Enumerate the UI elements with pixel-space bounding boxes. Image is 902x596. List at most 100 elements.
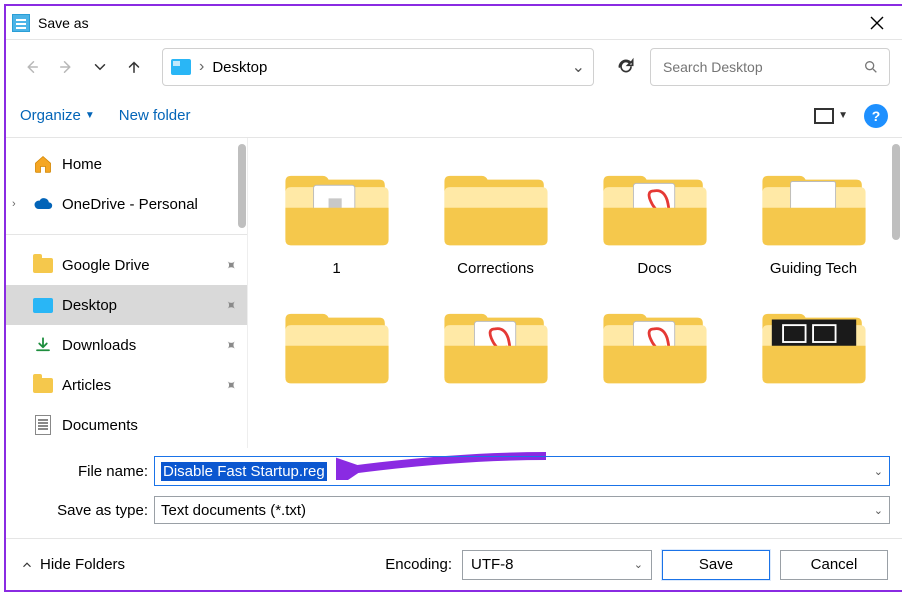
save-as-dialog: Save as › Desktop ⌄ (4, 4, 902, 592)
sidebar-item-desktop[interactable]: Desktop ✦ (6, 285, 247, 325)
chevron-down-icon[interactable]: ⌄ (874, 465, 883, 478)
file-item[interactable] (419, 290, 572, 422)
organize-menu[interactable]: Organize ▼ (20, 107, 95, 124)
sidebar-item-label: OneDrive - Personal (62, 196, 198, 213)
chevron-down-icon (91, 58, 109, 76)
hide-folders-button[interactable]: Hide Folders (20, 556, 125, 573)
chevron-down-icon[interactable]: ⌄ (572, 57, 585, 77)
save-as-type-select[interactable]: Text documents (*.txt) ⌄ (154, 496, 890, 524)
folder-icon (754, 156, 874, 252)
sidebar-item-articles[interactable]: Articles ✦ (6, 365, 247, 405)
sidebar-item-label: Desktop (62, 297, 117, 314)
file-label: Guiding Tech (770, 260, 857, 280)
organize-label: Organize (20, 107, 81, 124)
sidebar-item-label: Home (62, 156, 102, 173)
document-icon (32, 415, 54, 435)
file-item[interactable] (737, 290, 890, 422)
inputs-section: File name: Disable Fast Startup.reg ⌄ Sa… (6, 448, 902, 538)
titlebar: Save as (6, 6, 902, 40)
folder-icon (595, 156, 715, 252)
forward-button[interactable] (52, 53, 80, 81)
refresh-icon (616, 57, 636, 77)
folder-icon (277, 156, 397, 252)
sidebar-item-home[interactable]: Home (6, 144, 247, 184)
file-item[interactable]: Guiding Tech (737, 152, 890, 284)
divider (6, 234, 247, 235)
search-input[interactable] (661, 58, 855, 76)
recent-locations-button[interactable] (86, 53, 114, 81)
folder-icon (32, 255, 54, 275)
file-item[interactable] (578, 290, 731, 422)
breadcrumb-location: Desktop (212, 59, 267, 76)
file-item[interactable]: Docs (578, 152, 731, 284)
cancel-button[interactable]: Cancel (780, 550, 888, 580)
file-label: 1 (332, 260, 340, 280)
caret-down-icon: ▼ (838, 110, 848, 121)
save-as-type-label: Save as type: (18, 502, 148, 519)
pin-icon: ✦ (221, 255, 241, 275)
scrollbar[interactable] (892, 144, 900, 240)
folder-icon (595, 294, 715, 390)
up-button[interactable] (120, 53, 148, 81)
navigation-bar: › Desktop ⌄ (6, 40, 902, 94)
footer: Hide Folders Encoding: UTF-8 ⌄ Save Canc… (6, 538, 902, 590)
close-button[interactable] (852, 6, 902, 39)
sidebar-item-label: Documents (62, 417, 138, 434)
file-item[interactable]: 1 (260, 152, 413, 284)
chevron-right-icon: › (199, 58, 204, 76)
home-icon (32, 154, 54, 174)
filename-label: File name: (18, 463, 148, 480)
filename-value: Disable Fast Startup.reg (161, 462, 327, 481)
file-item[interactable] (260, 290, 413, 422)
file-item[interactable]: Corrections (419, 152, 572, 284)
cloud-icon (32, 194, 54, 214)
sidebar-item-label: Articles (62, 377, 111, 394)
save-button[interactable]: Save (662, 550, 770, 580)
sidebar-item-label: Downloads (62, 337, 136, 354)
folder-icon (32, 375, 54, 395)
chevron-right-icon[interactable]: › (12, 198, 16, 210)
chevron-down-icon[interactable]: ⌄ (874, 504, 883, 517)
sidebar-item-downloads[interactable]: Downloads ✦ (6, 325, 247, 365)
search-icon (863, 59, 879, 75)
desktop-icon (32, 295, 54, 315)
folder-icon (436, 156, 556, 252)
window-title: Save as (38, 15, 89, 31)
file-label: Corrections (457, 260, 534, 280)
back-button[interactable] (18, 53, 46, 81)
search-box[interactable] (650, 48, 890, 86)
chevron-down-icon[interactable]: ⌄ (634, 558, 643, 571)
encoding-label: Encoding: (385, 556, 452, 573)
help-button[interactable]: ? (864, 104, 888, 128)
encoding-select[interactable]: UTF-8 ⌄ (462, 550, 652, 580)
toolbar: Organize ▼ New folder ▼ ? (6, 94, 902, 138)
pin-icon: ✦ (221, 335, 241, 355)
caret-down-icon: ▼ (85, 110, 95, 121)
dialog-body: Home › OneDrive - Personal Google Drive … (6, 138, 902, 448)
view-icon (814, 108, 834, 124)
download-icon (32, 335, 54, 355)
close-icon (870, 16, 884, 30)
save-as-type-value: Text documents (*.txt) (161, 502, 306, 519)
encoding-value: UTF-8 (471, 556, 514, 573)
filename-input[interactable]: Disable Fast Startup.reg ⌄ (154, 456, 890, 486)
new-folder-button[interactable]: New folder (119, 107, 191, 124)
arrow-left-icon (23, 58, 41, 76)
arrow-right-icon (57, 58, 75, 76)
app-icon (12, 14, 30, 32)
folder-icon (277, 294, 397, 390)
arrow-up-icon (125, 58, 143, 76)
sidebar-item-onedrive[interactable]: › OneDrive - Personal (6, 184, 247, 224)
refresh-button[interactable] (608, 49, 644, 85)
navigation-pane[interactable]: Home › OneDrive - Personal Google Drive … (6, 138, 248, 448)
address-bar[interactable]: › Desktop ⌄ (162, 48, 594, 86)
chevron-up-icon (20, 558, 34, 572)
view-options-button[interactable]: ▼ (814, 108, 848, 124)
folder-icon (436, 294, 556, 390)
sidebar-item-google-drive[interactable]: Google Drive ✦ (6, 245, 247, 285)
file-list[interactable]: 1 Corrections Docs Guiding Tech (248, 138, 902, 448)
hide-folders-label: Hide Folders (40, 556, 125, 573)
folder-icon (754, 294, 874, 390)
pin-icon: ✦ (221, 295, 241, 315)
sidebar-item-documents[interactable]: Documents (6, 405, 247, 445)
